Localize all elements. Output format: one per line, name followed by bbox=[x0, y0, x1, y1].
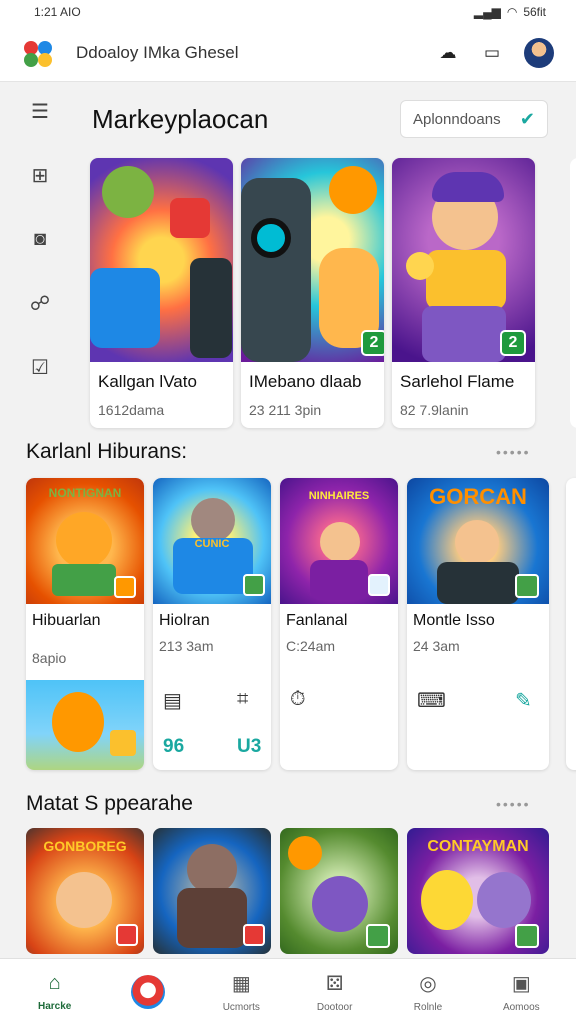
game-tile[interactable] bbox=[280, 828, 398, 954]
people-icon[interactable]: ☍ bbox=[27, 290, 53, 316]
game-card[interactable]: NINHAIRES Fanlanal C:24am ⏱ bbox=[280, 478, 398, 770]
card-art-secondary bbox=[26, 680, 144, 770]
game-tile[interactable]: GONBOREG bbox=[26, 828, 144, 954]
status-time: 1:21 AIO bbox=[34, 5, 81, 19]
card-title: Fanlanal bbox=[286, 612, 348, 629]
nav-label: Dootoor bbox=[316, 1001, 353, 1013]
more-dots[interactable]: ••••• bbox=[496, 796, 531, 812]
featured-card[interactable]: 2 IMebano dlaab 23 211 3pin bbox=[241, 158, 384, 428]
featured-meta: 82 7.9lanin bbox=[400, 402, 469, 418]
wifi-icon: ◠ bbox=[506, 5, 518, 19]
card-art: NINHAIRES bbox=[280, 478, 398, 604]
section-title: Matat S ppearahe bbox=[26, 792, 193, 815]
game-card-peek[interactable] bbox=[566, 478, 576, 770]
featured-card-peek[interactable] bbox=[570, 158, 576, 428]
sidebar: ☰ ⊞ ◙ ☍ ☑ bbox=[20, 98, 60, 380]
card-art: CUNIC bbox=[153, 478, 271, 604]
card-subtitle: 213 3am bbox=[159, 638, 214, 654]
nav-home[interactable]: ⌂ Harcke bbox=[15, 972, 95, 1012]
nav-aomoos[interactable]: ▣ Aomoos bbox=[481, 971, 561, 1013]
featured-card[interactable]: 2 Sarlehol Flame 82 7.9lanin bbox=[392, 158, 535, 428]
card-stat: 96 bbox=[163, 736, 185, 757]
nav-label: Harcke bbox=[37, 1000, 72, 1012]
nav-mascot[interactable] bbox=[108, 974, 188, 1009]
game-card[interactable]: CUNIC Hiolran 213 3am ▤ ⌗ 96 U3 bbox=[153, 478, 271, 770]
game-card[interactable]: NONTIGNAN Hibuarlan 8apio bbox=[26, 478, 144, 770]
camera-icon[interactable]: ◙ bbox=[27, 226, 53, 252]
nav-rolnle[interactable]: ◎ Rolnle bbox=[388, 971, 468, 1013]
nav-dootoor[interactable]: ⚄ Dootoor bbox=[295, 971, 375, 1013]
check-icon: ✔ bbox=[519, 108, 535, 129]
home-icon: ⌂ bbox=[48, 971, 61, 994]
card-title: Montle Isso bbox=[413, 612, 495, 629]
featured-name: Sarlehol Flame bbox=[400, 372, 515, 391]
card-art-text: GORCAN bbox=[429, 484, 527, 509]
tile-art-text: CONTAYMAN bbox=[427, 838, 529, 855]
status-bar: 1:21 AIO ▂▄▆ ◠ 56fit bbox=[0, 0, 576, 24]
page-title: Markeyplaocan bbox=[92, 104, 269, 134]
timer-icon[interactable]: ⏱ bbox=[290, 688, 306, 711]
keyboard-icon[interactable]: ⌨ bbox=[417, 688, 446, 713]
app-logo bbox=[22, 37, 54, 69]
game-tile[interactable] bbox=[153, 828, 271, 954]
card-art: GORCAN bbox=[407, 478, 549, 604]
tile-art-text: GONBOREG bbox=[43, 838, 127, 854]
section-title: Karlanl Hiburans: bbox=[26, 440, 188, 463]
featured-meta: 23 211 3pin bbox=[249, 402, 322, 418]
list-icon[interactable]: ▤ bbox=[163, 688, 182, 713]
card-art: NONTIGNAN bbox=[26, 478, 144, 604]
featured-row: Kallgan lVato 1612dama 2 IMebano dlaab 2… bbox=[90, 158, 535, 428]
more-dots[interactable]: ••••• bbox=[496, 444, 531, 460]
app-title: Ddoaloy IMka Ghesel bbox=[76, 42, 239, 62]
grid-icon[interactable]: ⊞ bbox=[27, 162, 53, 188]
nav-label: Rolnle bbox=[413, 1001, 443, 1013]
card-art-text: CUNIC bbox=[194, 538, 230, 550]
avatar[interactable] bbox=[524, 37, 554, 68]
card-title: Hibuarlan bbox=[32, 612, 101, 629]
bookmark-icon[interactable]: ▭ bbox=[480, 41, 504, 65]
bottom-nav: ⌂ Harcke ▦ Ucmorts ⚄ Dootoor ◎ Rolnle ▣ … bbox=[0, 958, 576, 1024]
map-icon[interactable]: ⌗ bbox=[237, 688, 248, 711]
card-stat-secondary: U3 bbox=[237, 736, 262, 757]
card-subtitle: 24 3am bbox=[413, 638, 460, 654]
card-art-text: NONTIGNAN bbox=[48, 486, 122, 500]
status-right-text: 56fit bbox=[523, 5, 546, 19]
dice-icon: ⚄ bbox=[325, 972, 344, 995]
app-bar: Ddoaloy IMka Ghesel ☁ ▭ bbox=[0, 24, 576, 82]
featured-name: Kallgan lVato bbox=[98, 372, 197, 391]
menu-icon[interactable]: ☰ bbox=[27, 98, 53, 124]
nav-ucmorts[interactable]: ▦ Ucmorts bbox=[201, 971, 281, 1013]
board-icon: ▦ bbox=[231, 972, 251, 995]
card-subtitle: 8apio bbox=[32, 650, 67, 666]
card-subtitle: C:24am bbox=[286, 638, 336, 654]
featured-card[interactable]: Kallgan lVato 1612dama bbox=[90, 158, 233, 428]
featured-badge: 2 bbox=[500, 330, 526, 356]
featured-badge: 2 bbox=[361, 330, 384, 356]
target-icon: ◎ bbox=[419, 972, 437, 995]
tiles-row: GONBOREG CONTAYMAN bbox=[26, 828, 549, 954]
sort-dropdown[interactable]: Aplonndoans ✔ bbox=[400, 100, 548, 138]
card-art-text: NINHAIRES bbox=[308, 490, 370, 502]
signal-icon: ▂▄▆ bbox=[473, 5, 501, 19]
dropdown-value: Aplonndoans bbox=[413, 110, 501, 128]
featured-art bbox=[90, 158, 233, 362]
status-icons: ▂▄▆ ◠ 56fit bbox=[474, 5, 546, 19]
checkbox-icon[interactable]: ☑ bbox=[27, 354, 53, 380]
mascot-icon bbox=[130, 974, 165, 1009]
cards-row: NONTIGNAN Hibuarlan 8apio CUNIC Hiolran … bbox=[26, 478, 549, 770]
card-title: Hiolran bbox=[159, 612, 210, 629]
nav-label: Ucmorts bbox=[222, 1001, 260, 1013]
featured-name: IMebano dlaab bbox=[249, 372, 362, 391]
square-icon: ▣ bbox=[511, 972, 531, 995]
nav-label: Aomoos bbox=[502, 1001, 540, 1013]
featured-meta: 1612dama bbox=[98, 402, 165, 418]
game-card[interactable]: GORCAN Montle Isso 24 3am ⌨ ✎ bbox=[407, 478, 549, 770]
game-tile[interactable]: CONTAYMAN bbox=[407, 828, 549, 954]
app-actions: ☁ ▭ bbox=[436, 37, 554, 68]
edit-icon[interactable]: ✎ bbox=[515, 688, 532, 713]
cloud-icon[interactable]: ☁ bbox=[436, 41, 460, 65]
